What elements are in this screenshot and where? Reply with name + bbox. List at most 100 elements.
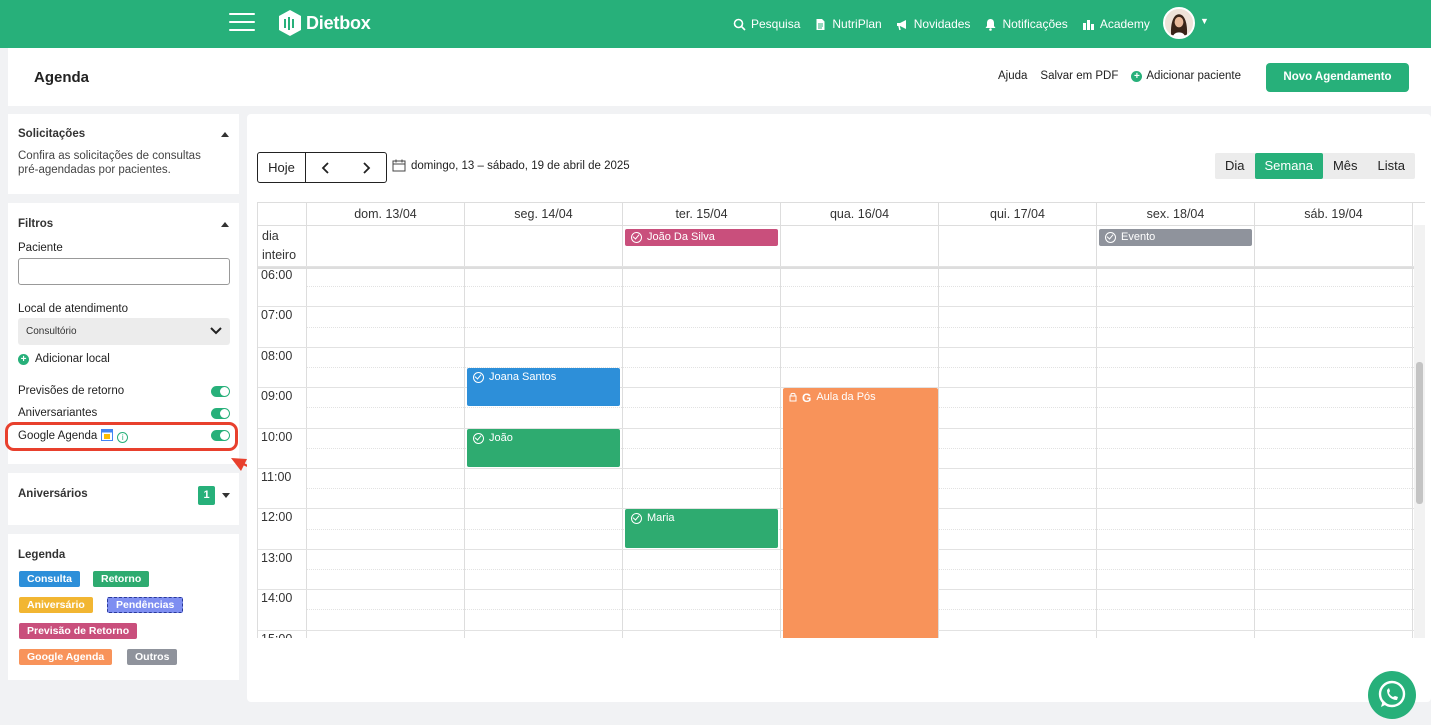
nav-novidades[interactable]: Novidades	[896, 17, 970, 31]
whatsapp-button[interactable]	[1368, 671, 1416, 719]
document-icon	[816, 18, 825, 30]
save-pdf-link[interactable]: Salvar em PDF	[1040, 70, 1118, 82]
day-header[interactable]: seg. 14/04	[465, 203, 623, 226]
nav-label: Pesquisa	[751, 17, 801, 31]
nav-nutriplan[interactable]: NutriPlan	[814, 17, 882, 31]
requests-title: Solicitações	[18, 128, 86, 140]
today-button[interactable]: Hoje	[258, 153, 306, 182]
menu-icon[interactable]	[229, 13, 255, 33]
grid-scrollbar[interactable]	[1414, 225, 1425, 638]
add-patient-label: Adicionar paciente	[1146, 70, 1241, 82]
highlight-annotation	[5, 422, 238, 451]
birthdays-title: Aniversários	[18, 488, 88, 500]
view-day-button[interactable]: Dia	[1215, 153, 1255, 179]
birthdays-toggle[interactable]	[211, 408, 230, 419]
legend-pendencias: Pendências	[107, 597, 184, 613]
day-header[interactable]: qua. 16/04	[781, 203, 939, 226]
user-avatar[interactable]	[1163, 7, 1195, 39]
column-divider	[780, 226, 781, 638]
check-circle-icon	[631, 513, 642, 525]
plus-circle-icon: +	[18, 353, 29, 365]
event-title: Aula da Pós	[816, 391, 876, 404]
day-header[interactable]: ter. 15/04	[623, 203, 781, 226]
day-header[interactable]: sáb. 19/04	[1255, 203, 1413, 226]
return-forecast-label: Previsões de retorno	[18, 385, 125, 397]
page-header: Agenda Ajuda Salvar em PDF + Adicionar p…	[8, 48, 1431, 106]
column-divider	[1412, 226, 1413, 638]
dietbox-logo[interactable]: Dietbox	[277, 8, 371, 38]
requests-card: Solicitações Confira as solicitações de …	[8, 114, 239, 194]
nav-pesquisa[interactable]: Pesquisa	[733, 17, 800, 31]
avatar-image	[1165, 9, 1193, 37]
patient-label: Paciente	[18, 242, 63, 254]
calendar-panel: Hoje domingo, 13 – sábado, 19 de abril d…	[247, 114, 1431, 702]
nav-academy[interactable]: Academy	[1082, 17, 1150, 31]
view-list-button[interactable]: Lista	[1368, 153, 1415, 179]
dietbox-logo-icon	[279, 10, 301, 36]
nav-label: Academy	[1099, 17, 1150, 31]
requests-description: Confira as solicitações de consultas pré…	[18, 150, 201, 176]
half-hour-line	[307, 326, 1425, 328]
event-title: Evento	[1121, 231, 1156, 243]
calendar-event[interactable]: Maria	[625, 509, 778, 548]
allday-event[interactable]: Evento	[1099, 229, 1252, 246]
lock-icon	[789, 392, 797, 404]
brand-name: Dietbox	[306, 12, 371, 33]
search-icon	[733, 18, 746, 31]
previous-button[interactable]	[306, 153, 346, 182]
check-circle-icon	[631, 232, 642, 243]
google-icon: G	[802, 391, 812, 406]
time-label: 06:00	[261, 268, 293, 282]
legend-consulta: Consulta	[19, 571, 80, 587]
column-divider	[464, 226, 465, 638]
return-forecast-toggle[interactable]	[211, 386, 230, 397]
help-link[interactable]: Ajuda	[998, 70, 1027, 82]
filters-title: Filtros	[18, 218, 54, 230]
allday-label: dia inteiro	[262, 229, 297, 262]
collapse-icon[interactable]	[221, 222, 229, 227]
calendar-navigation: Hoje	[257, 152, 387, 183]
legend-outros: Outros	[127, 649, 178, 665]
birthdays-card: Aniversários 1	[8, 473, 239, 525]
day-header[interactable]: qui. 17/04	[939, 203, 1097, 226]
nav-notificacoes[interactable]: Notificações	[984, 17, 1068, 31]
column-divider	[306, 226, 307, 638]
calendar-event[interactable]: João	[467, 428, 620, 467]
legend-previsao-retorno: Previsão de Retorno	[19, 623, 138, 639]
hour-line	[258, 346, 1425, 348]
day-header[interactable]: dom. 13/04	[307, 203, 465, 226]
calendar-event[interactable]: G Aula da Pós	[783, 388, 938, 638]
add-location-label: Adicionar local	[35, 353, 110, 365]
event-title: Maria	[647, 512, 675, 525]
time-label: 12:00	[261, 510, 293, 525]
chevron-left-icon	[321, 161, 329, 174]
allday-event[interactable]: João Da Silva	[625, 229, 778, 246]
half-hour-line	[307, 286, 1425, 288]
collapse-icon[interactable]	[221, 132, 229, 137]
calendar-event[interactable]: Joana Santos	[467, 368, 620, 407]
event-title: Joana Santos	[489, 371, 557, 383]
hour-line	[258, 306, 1425, 308]
next-button[interactable]	[346, 153, 386, 182]
day-header[interactable]: sex. 18/04	[1097, 203, 1255, 226]
view-month-button[interactable]: Mês	[1323, 153, 1368, 179]
add-location-link[interactable]: + Adicionar local	[18, 353, 110, 365]
chevron-down-icon[interactable]: ▼	[1200, 16, 1209, 26]
new-appointment-button[interactable]: Novo Agendamento	[1266, 63, 1409, 92]
location-value: Consultório	[26, 326, 77, 337]
legend-retorno: Retorno	[93, 571, 150, 587]
allday-divider	[258, 267, 1425, 269]
top-nav: Pesquisa NutriPlan Novidades Notificaçõe…	[733, 0, 1150, 48]
megaphone-icon	[896, 19, 906, 30]
view-week-button[interactable]: Semana	[1254, 153, 1323, 179]
location-select[interactable]: Consultório	[18, 318, 230, 345]
birthdays-count-badge: 1	[198, 486, 215, 505]
nav-label: NutriPlan	[832, 17, 882, 31]
gutter-header	[258, 203, 307, 226]
add-patient-link[interactable]: + Adicionar paciente	[1131, 70, 1241, 82]
patient-input[interactable]	[18, 258, 230, 285]
page-title: Agenda	[34, 69, 90, 86]
time-label: 15:00	[261, 632, 292, 638]
scroll-thumb[interactable]	[1416, 362, 1423, 504]
time-label: 09:00	[261, 389, 293, 404]
